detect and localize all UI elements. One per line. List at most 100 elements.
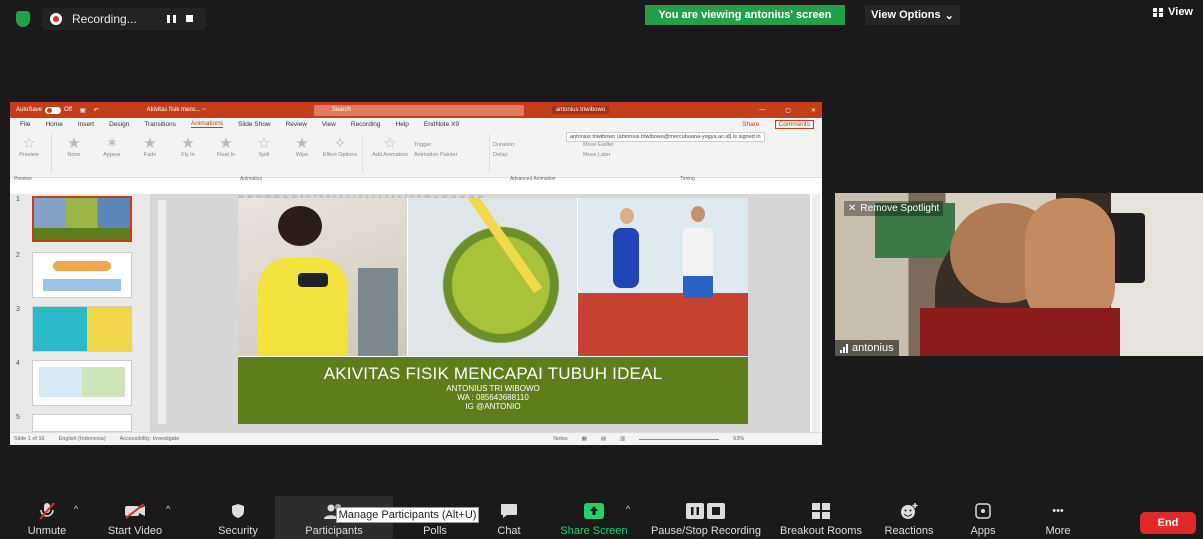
participants-tooltip: Manage Participants (Alt+U): [336, 507, 479, 523]
comments-button[interactable]: Comments: [774, 119, 814, 129]
current-slide[interactable]: AKIVITAS FISIK MENCAPAI TUBUH IDEAL ANTO…: [238, 198, 748, 424]
ppt-tab-endnote-x9[interactable]: EndNote X9: [424, 121, 459, 128]
restore-icon[interactable]: ▢: [785, 107, 791, 114]
ppt-tab-insert[interactable]: Insert: [78, 121, 94, 128]
ppt-tab-help[interactable]: Help: [396, 121, 409, 128]
share-screen-icon: [583, 501, 605, 521]
move-later-button[interactable]: Move Later: [583, 152, 653, 158]
reactions-button[interactable]: Reactions: [878, 496, 940, 539]
end-meeting-button[interactable]: End: [1140, 512, 1196, 534]
video-options-caret-icon[interactable]: ^: [166, 504, 170, 514]
effect-options-button[interactable]: ✧ Effect Options: [321, 130, 359, 177]
participant-name-tag: antonius: [835, 340, 899, 356]
ppt-status-bar: Slide 1 of 16 English (Indonesia) Access…: [10, 432, 822, 445]
language-status[interactable]: English (Indonesia): [59, 436, 106, 442]
slide-thumbnail[interactable]: [32, 306, 132, 352]
slide-thumbnail-pane: 1 2 3 4 5: [10, 194, 150, 432]
ppt-tab-slide-show[interactable]: Slide Show: [238, 121, 271, 128]
thumb-number: 2: [16, 252, 20, 259]
anim-split[interactable]: ☆ Split: [245, 130, 283, 177]
slide-thumbnail[interactable]: [32, 414, 132, 432]
add-animation-button[interactable]: ☆ Add Animation: [366, 130, 414, 177]
more-label: More: [1045, 525, 1071, 537]
divider: [489, 134, 490, 173]
top-bar: Recording... You are viewing antonius' s…: [0, 0, 1203, 36]
slide-thumbnail[interactable]: [32, 360, 132, 406]
participant-video[interactable]: ✕ Remove Spotlight antonius: [835, 193, 1203, 356]
unmute-button[interactable]: Unmute: [22, 496, 72, 539]
minimize-icon[interactable]: —: [759, 107, 765, 114]
anim-none[interactable]: ★ None: [55, 130, 93, 177]
divider: [51, 134, 52, 173]
notes-button[interactable]: Notes: [553, 436, 567, 442]
star-icon: ★: [219, 135, 233, 152]
chat-button[interactable]: Chat: [487, 496, 531, 539]
stop-recording-icon[interactable]: [185, 15, 193, 22]
ribbon-label: Effect Options: [322, 152, 358, 158]
ppt-tab-file[interactable]: File: [20, 121, 30, 128]
chevron-down-icon: ⌄: [944, 9, 954, 22]
slide-sorter-icon[interactable]: ▤: [601, 436, 606, 442]
save-icon[interactable]: ▣: [80, 107, 86, 114]
shield-icon: [227, 501, 249, 521]
share-screen-button[interactable]: Share Screen: [558, 496, 630, 539]
toggle-icon: [45, 106, 62, 114]
audio-options-caret-icon[interactable]: ^: [74, 504, 78, 514]
close-icon[interactable]: ✕: [811, 107, 816, 114]
group-label: Preview: [14, 176, 32, 182]
anim-appear[interactable]: ✶ Appear: [93, 130, 131, 177]
animation-painter-button[interactable]: Animation Painter: [414, 152, 486, 158]
slide-thumbnail[interactable]: [32, 196, 132, 242]
shield-icon[interactable]: [16, 11, 30, 27]
preview-button[interactable]: ☆ Preview: [10, 130, 48, 177]
slide-scrollbar[interactable]: [812, 194, 820, 432]
breakout-rooms-button[interactable]: Breakout Rooms: [775, 496, 867, 539]
thumb-number: 4: [16, 360, 20, 367]
ppt-tab-view[interactable]: View: [322, 121, 336, 128]
ribbon-label: Appear: [103, 152, 121, 158]
slide-thumbnail[interactable]: [32, 252, 132, 298]
share-button[interactable]: Share: [742, 121, 759, 128]
group-label: Animation: [240, 176, 263, 182]
anim-wipe[interactable]: ★ Wipe: [283, 130, 321, 177]
ribbon-label: Preview: [19, 152, 39, 158]
more-button[interactable]: ••• More: [1035, 496, 1081, 539]
ppt-tab-transitions[interactable]: Transitions: [144, 121, 176, 128]
ribbon-label: Fly In: [181, 152, 195, 158]
ppt-tab-review[interactable]: Review: [286, 121, 307, 128]
share-options-caret-icon[interactable]: ^: [626, 504, 630, 514]
zoom-slider[interactable]: [639, 438, 720, 440]
autosave-toggle[interactable]: AutoSave Off: [16, 106, 72, 114]
delay-field[interactable]: Delay:: [493, 152, 583, 158]
undo-icon[interactable]: ↶: [94, 107, 99, 114]
ppt-search-input[interactable]: Search: [313, 104, 524, 116]
chat-label: Chat: [497, 525, 521, 537]
view-options-button[interactable]: View Options ⌄: [865, 5, 960, 25]
ppt-tab-home[interactable]: Home: [45, 121, 62, 128]
anim-fade[interactable]: ★ Fade: [131, 130, 169, 177]
muted-mic-icon: [36, 501, 58, 521]
ppt-user-account[interactable]: antonius triwibowo: [551, 106, 610, 114]
pause-stop-recording-button[interactable]: Pause/Stop Recording: [646, 496, 766, 539]
security-button[interactable]: Security: [210, 496, 266, 539]
ppt-tab-recording[interactable]: Recording: [351, 121, 381, 128]
view-button[interactable]: View: [1153, 6, 1193, 18]
apps-button[interactable]: Apps: [960, 496, 1006, 539]
duration-field[interactable]: Duration:: [493, 142, 583, 148]
group-label: Timing: [680, 176, 695, 182]
move-earlier-button[interactable]: Move Earlier: [583, 142, 653, 148]
normal-view-icon[interactable]: ▦: [582, 436, 587, 442]
remove-spotlight-button[interactable]: ✕ Remove Spotlight: [844, 201, 944, 216]
reading-view-icon[interactable]: ▥: [620, 436, 625, 442]
trigger-button[interactable]: Trigger: [414, 142, 486, 148]
ppt-tab-animations[interactable]: Animations: [190, 120, 224, 128]
star-icon: ★: [295, 135, 309, 152]
zoom-level[interactable]: 63%: [733, 436, 744, 442]
start-video-button[interactable]: Start Video: [100, 496, 170, 539]
anim-fly-in[interactable]: ★ Fly In: [169, 130, 207, 177]
pause-recording-icon[interactable]: [166, 15, 176, 23]
ppt-tab-design[interactable]: Design: [109, 121, 129, 128]
star-icon: ✶: [105, 135, 119, 152]
anim-float-in[interactable]: ★ Float In: [207, 130, 245, 177]
accessibility-status[interactable]: Accessibility: Investigate: [120, 436, 180, 442]
